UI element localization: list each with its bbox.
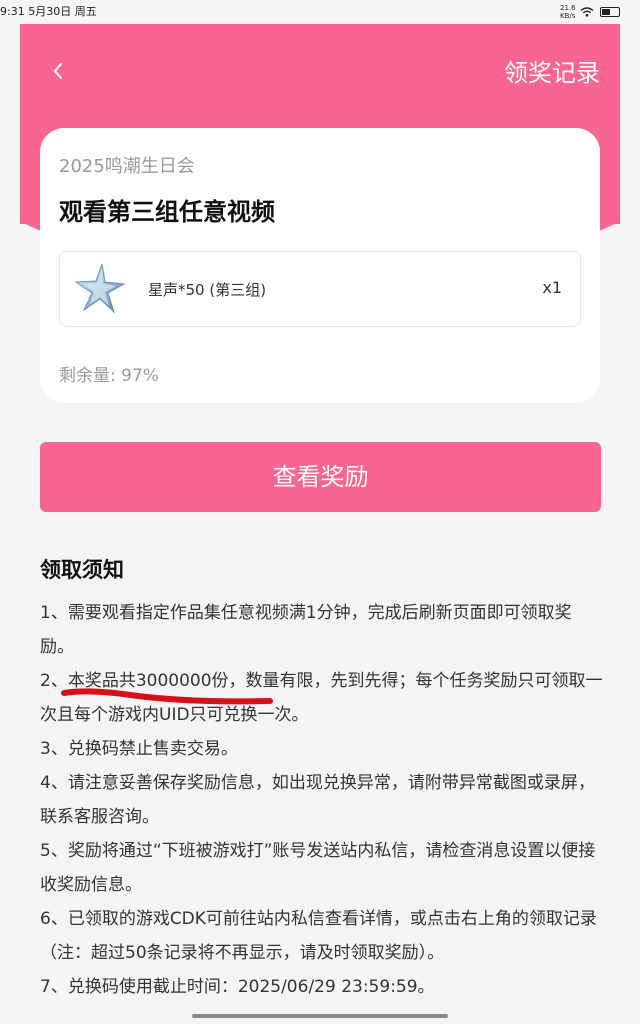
network-speed: 21.6 KB/s — [560, 4, 576, 20]
status-time: 9:31 5月30日 周五 — [0, 5, 97, 18]
reward-page: 领奖记录 2025鸣潮生日会 观看第三组任意视频 星声*50 (第三组) x1 … — [20, 24, 620, 1024]
notice-item: 7、兑换码使用截止时间：2025/06/29 23:59:59。 — [40, 977, 435, 997]
home-indicator — [192, 1014, 448, 1018]
reward-name: 星声*50 (第三组) — [148, 281, 267, 299]
notice-item: 6、已领取的游戏CDK可前往站内私信查看详情，或点击右上角的领取记录（注：超过5… — [40, 909, 597, 963]
notice-item: 1、需要观看指定作品集任意视频满1分钟，完成后刷新页面即可领取奖励。 — [40, 603, 572, 657]
star-crystal-icon — [74, 263, 126, 314]
notice-item: 4、请注意妥善保存奖励信息，如出现兑换异常，请附带异常截图或录屏，联系客服咨询。 — [40, 773, 595, 827]
remaining-amount: 剩余量: 97% — [59, 366, 159, 386]
notice-list: 1、需要观看指定作品集任意视频满1分钟，完成后刷新页面即可领取奖励。 2、本奖品… — [40, 596, 605, 1004]
reward-item: 星声*50 (第三组) x1 — [59, 251, 581, 327]
notice-item: 3、兑换码禁止售卖交易。 — [40, 739, 238, 759]
status-bar: 9:31 5月30日 周五 21.6 KB/s — [0, 0, 640, 24]
reward-quantity: x1 — [542, 278, 562, 297]
notice-title: 领取须知 — [40, 558, 124, 582]
wifi-icon — [580, 7, 594, 17]
battery-icon — [600, 7, 620, 17]
reward-record-link[interactable]: 领奖记录 — [504, 56, 600, 90]
chevron-left-icon — [54, 63, 62, 79]
task-title: 观看第三组任意视频 — [59, 198, 275, 226]
right-gutter — [620, 24, 640, 1024]
left-gutter — [0, 24, 20, 1024]
view-reward-button[interactable]: 查看奖励 — [40, 442, 601, 512]
notice-item: 5、奖励将通过“下班被游戏打”账号发送站内私信，请检查消息设置以便接收奖励信息。 — [40, 841, 596, 895]
status-icons: 21.6 KB/s — [560, 0, 620, 24]
event-name: 2025鸣潮生日会 — [59, 156, 195, 177]
task-card: 2025鸣潮生日会 观看第三组任意视频 星声*50 (第三组) x1 剩余量: … — [40, 128, 600, 403]
notice-item: 2、本奖品共3000000份，数量有限，先到先得；每个任务奖励只可领取一次且每个… — [40, 671, 603, 725]
back-button[interactable] — [46, 62, 70, 86]
